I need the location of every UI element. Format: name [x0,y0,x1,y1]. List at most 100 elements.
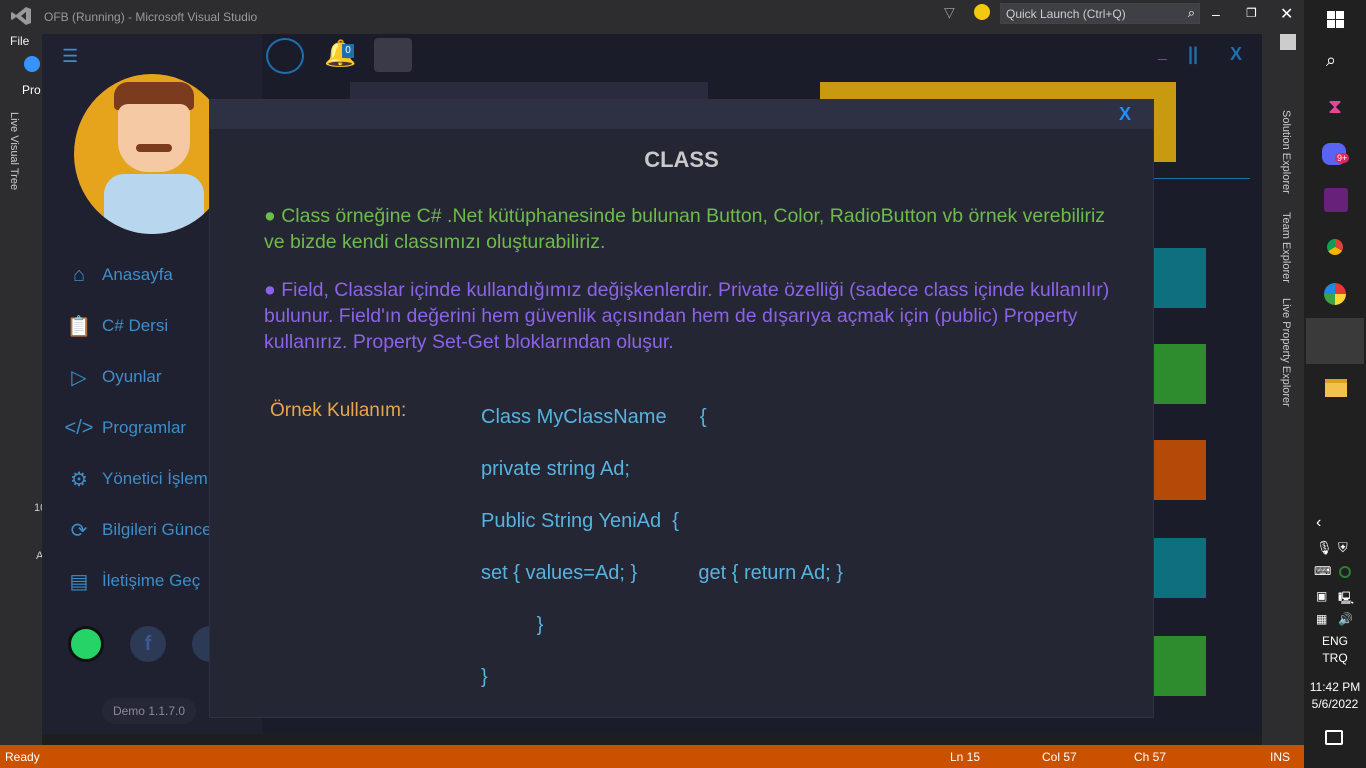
chevron-up-icon[interactable]: ‹ [1316,514,1321,532]
team-explorer-tab[interactable]: Team Explorer [1280,212,1292,283]
tile-teal-1[interactable] [1150,248,1206,308]
restore-window-button[interactable]: ❐ [1246,6,1257,20]
code-line: set { values=Ad; } get { return Ad; } [481,562,843,584]
search-icon[interactable]: ⌕ [1188,5,1195,21]
nav-anasayfa[interactable]: ⌂ Anasayfa [62,260,173,290]
quick-launch-input[interactable]: Quick Launch (Ctrl+Q) ⌕ [1000,3,1200,24]
nav-yonetici[interactable]: ⚙ Yönetici İşlem [62,464,208,494]
app-sidebar: ☰ ⌂ Anasayfa 📋 C# Dersi ▷ Oyunlar </> Pr… [42,34,230,734]
language-indicator[interactable]: ENG TRQ [1304,633,1366,667]
refresh-check-icon: ⟳ [70,519,88,542]
live-property-explorer-tab[interactable]: Live Property Explorer [1280,298,1292,407]
play-icon: ▷ [71,366,87,389]
visual-studio-logo-icon [10,6,32,26]
network-icon[interactable]: 🖳 [1338,589,1354,610]
feedback-smiley-icon[interactable] [974,4,990,20]
app-close-button[interactable]: X [1230,44,1242,65]
contact-book-icon: ▤ [69,570,89,593]
vs-statusbar: Ready Ln 15 Col 57 Ch 57 INS [0,745,1304,768]
clock[interactable]: 11:42 PM 5/6/2022 [1304,679,1366,713]
code-line: Class MyClassName { [481,406,707,428]
facebook-icon[interactable]: f [130,626,166,662]
keyboard-icon[interactable]: ⌨ [1314,564,1331,578]
meet-now-icon[interactable]: ▣ [1316,589,1327,603]
nav-csharp-dersi[interactable]: 📋 C# Dersi [62,311,169,341]
tile-green-2[interactable] [1150,636,1206,696]
windows-start-icon[interactable] [1327,11,1344,28]
code-line: } [481,666,488,688]
live-visual-tree-tab[interactable]: Live Visual Tree [8,112,20,190]
status-column: Col 57 [1042,750,1077,764]
status-char: Ch 57 [1134,750,1167,764]
clock-date: 5/6/2022 [1311,697,1359,711]
status-line: Ln 15 [950,750,981,764]
nav-oyunlar[interactable]: ▷ Oyunlar [62,362,161,392]
avatar-shirt [104,174,204,234]
tile-orange-1[interactable] [1150,440,1206,500]
code-line: private string Ad; [481,458,630,480]
notification-center-icon[interactable] [1325,730,1343,745]
menu-file[interactable]: File [10,34,29,48]
visual-studio-taskbar-icon[interactable] [1324,188,1348,212]
version-badge: Demo 1.1.7.0 [102,698,196,724]
active-app-icon[interactable] [1306,318,1364,364]
nav-label: İletişime Geç [102,571,201,590]
solution-explorer-tab[interactable]: Solution Explorer [1280,110,1292,194]
file-explorer-icon[interactable] [1325,379,1347,397]
back-nav-icon[interactable] [24,56,40,72]
nav-label: Bilgileri Günce [102,520,212,539]
display-icon[interactable]: ▦ [1316,612,1327,626]
user-avatar [74,74,230,234]
volume-icon[interactable]: 🔊 [1338,612,1353,626]
nav-programlar[interactable]: </> Programlar [62,413,187,443]
timer-app-icon[interactable]: ⧗ [1328,96,1342,119]
chrome-icon[interactable] [1324,236,1346,258]
clipboard-icon: 📋 [66,315,92,338]
tile-teal-2[interactable] [1150,538,1206,598]
close-window-button[interactable]: ✕ [1280,4,1293,24]
nav-iletisime-gec[interactable]: ▤ İletişime Geç [62,566,201,596]
clock-time: 11:42 PM [1309,680,1361,694]
class-info-modal: X CLASS ● Class örneğine C# .Net kütüpha… [209,99,1154,718]
help-face-icon[interactable] [266,38,304,74]
search-icon[interactable]: ⌕ [1326,50,1336,71]
properties-icon[interactable] [1280,34,1296,50]
nav-bilgileri-guncelle[interactable]: ⟳ Bilgileri Günce [62,515,212,545]
app-minimize-button[interactable]: _ [1158,44,1167,62]
nav-label: Anasayfa [102,265,173,284]
nav-label: Programlar [102,418,187,437]
quick-launch-placeholder: Quick Launch (Ctrl+Q) [1006,7,1126,21]
nav-label: Yönetici İşlem [102,469,208,488]
app-pause-button[interactable]: || [1188,44,1198,65]
language-code: ENG [1321,634,1348,648]
discord-badge: 9+ [1335,153,1350,163]
vs-left-strip: Pro Live Visual Tree 10 A [0,50,46,750]
code-icon: </> [64,416,94,439]
pro-tab[interactable]: Pro [22,83,41,97]
class-description: ● Class örneğine C# .Net kütüphanesinde … [264,205,1106,253]
avatar-face [118,104,190,172]
modal-header: X [210,100,1153,129]
filter-icon[interactable]: ▽ [944,4,955,21]
tile-green-1[interactable] [1150,344,1206,404]
field-description: ● Field, Classlar içinde kullandığımız d… [264,279,1110,353]
vs-right-strip: Solution Explorer Team Explorer Live Pro… [1262,34,1304,750]
status-circle-icon[interactable] [1339,566,1351,578]
minimize-window-button[interactable]: – [1212,6,1220,22]
whatsapp-icon[interactable] [68,626,104,662]
status-ready: Ready [5,750,40,764]
code-line: } [481,614,544,636]
divider-line [1142,178,1250,179]
microphone-icon[interactable]: 🎙 [1316,540,1333,556]
hamburger-menu-icon[interactable]: ☰ [62,46,78,67]
keyboard-layout: TRQ [1322,651,1348,665]
code-line: Public String YeniAd { [481,510,679,532]
windows-taskbar: ⌕ ⧗ 9+ ‹ 🎙 ⛨ ⌨ ▣ 🖳 ▦ 🔊 ENG TRQ 11:42 PM … [1304,0,1366,768]
app-color-icon[interactable] [1324,283,1346,305]
home-icon: ⌂ [72,263,86,286]
example-label: Örnek Kullanım: [270,400,407,421]
security-shield-icon[interactable]: ⛨ [1338,540,1348,556]
modal-close-button[interactable]: X [1119,104,1131,125]
gears-icon: ⚙ [70,468,88,491]
hacker-avatar-icon[interactable] [374,38,412,72]
